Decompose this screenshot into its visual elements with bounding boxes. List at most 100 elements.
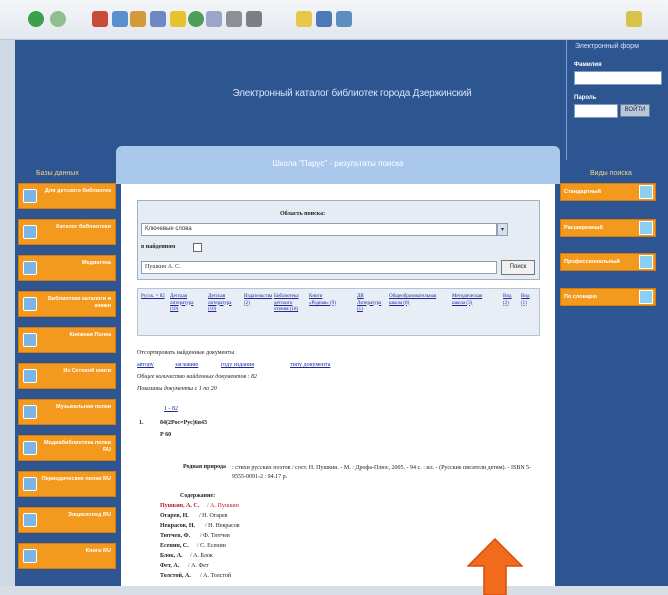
sort-by-title-link[interactable]: заглавию xyxy=(175,362,198,368)
browser-toolbar xyxy=(0,0,668,40)
record-number: 1. xyxy=(139,420,144,426)
print-icon[interactable] xyxy=(226,11,242,27)
search-query-input[interactable]: Пушкин А. С. xyxy=(141,261,497,274)
left-item-1[interactable]: Каталог библиотеки xyxy=(18,219,116,245)
filter-link[interactable]: Библиотека детского чтения (18) xyxy=(274,294,304,314)
filter-link[interactable]: Методическая школа (3) xyxy=(452,294,496,307)
magnifier-icon xyxy=(639,221,653,235)
contents-tail: / С. Есенин xyxy=(197,543,226,549)
contents-tail: / А. Фет xyxy=(188,563,209,569)
left-item-8[interactable]: Периодические полки RU xyxy=(18,471,116,497)
sort-by-year-link[interactable]: году издания xyxy=(221,362,254,368)
favorites-icon[interactable] xyxy=(170,11,186,27)
filter-link[interactable]: Детская литература (10) xyxy=(208,294,234,314)
sort-by-author-link[interactable]: автору xyxy=(137,362,154,368)
left-column-title: Базы данных xyxy=(36,170,79,177)
search-in-found-label: в найденном xyxy=(141,244,176,250)
book-icon xyxy=(23,189,37,203)
filter-link[interactable]: Книги «Родная» (9) xyxy=(309,294,339,307)
right-item-3[interactable]: По словарю xyxy=(560,288,656,306)
contents-author: Есенин, С. xyxy=(160,543,189,549)
site-title: Электронный каталог библиотек города Дзе… xyxy=(232,88,472,99)
stop-icon[interactable] xyxy=(92,11,108,27)
login-button[interactable]: ВОЙТИ xyxy=(620,104,650,117)
contents-author: Пушкин, А. С. xyxy=(160,503,200,509)
shown-range: Показаны документы с 1 по 20 xyxy=(137,386,217,392)
research-icon[interactable] xyxy=(316,11,332,27)
record-description: : стихи русских поэтов / сост. Н. Пушкин… xyxy=(232,465,532,480)
contents-author: Некрасов, Н. xyxy=(160,523,196,529)
login-password-input[interactable] xyxy=(574,104,618,118)
left-item-10[interactable]: Книги RU xyxy=(18,543,116,569)
right-item-2[interactable]: Профессиональный xyxy=(560,253,656,271)
left-item-3[interactable]: Библиотеки каталоги и книжн xyxy=(18,291,116,317)
messenger-icon[interactable] xyxy=(336,11,352,27)
left-item-4[interactable]: Книжная Полка xyxy=(18,327,116,353)
magnifier-icon xyxy=(639,185,653,199)
total-count: Общее количество найденных документов : … xyxy=(137,374,258,380)
search-icon[interactable] xyxy=(150,11,166,27)
filter-link[interactable]: Русск. = 82 xyxy=(141,294,165,301)
contents-author: Тютчев, Ф. xyxy=(160,533,191,539)
contents-tail: / А. Толстой xyxy=(200,573,232,579)
folder-icon[interactable] xyxy=(296,11,312,27)
record-title: Родная природа xyxy=(183,464,227,470)
book-icon xyxy=(23,513,37,527)
chevron-down-icon[interactable]: ▾ xyxy=(497,223,508,236)
book-icon xyxy=(23,369,37,383)
book-icon xyxy=(23,261,37,275)
filter-link[interactable]: Вид (1) xyxy=(521,294,535,307)
book-icon xyxy=(23,477,37,491)
contents-tail: / Ф. Тютчев xyxy=(200,533,230,539)
login-title: Электронный форм xyxy=(575,43,639,50)
edit-icon[interactable] xyxy=(246,11,262,27)
forward-icon[interactable] xyxy=(50,11,66,27)
status-bar xyxy=(0,586,668,595)
contents-label: Содержание: xyxy=(180,493,216,499)
login-password-label: Пароль xyxy=(574,95,597,101)
book-icon xyxy=(23,405,37,419)
filter-link[interactable]: Детская литература (10) xyxy=(170,294,196,314)
magnifier-icon xyxy=(639,255,653,269)
refresh-icon[interactable] xyxy=(112,11,128,27)
mail-icon[interactable] xyxy=(206,11,222,27)
pagination-link[interactable]: 1 - 82 xyxy=(164,406,178,412)
contents-tail: / А. Пушкин xyxy=(207,503,239,509)
filter-link[interactable]: Издательства (2) xyxy=(244,294,272,307)
search-area-select[interactable]: Ключевые слова xyxy=(141,223,497,236)
sort-by-type-link[interactable]: типу документа xyxy=(290,362,330,368)
left-item-2[interactable]: Медиатека xyxy=(18,255,116,281)
search-in-found-checkbox[interactable] xyxy=(193,243,202,252)
right-column-title: Виды поиска xyxy=(590,170,632,177)
back-icon[interactable] xyxy=(28,11,44,27)
right-item-0[interactable]: Стандартный xyxy=(560,183,656,201)
left-item-0[interactable]: Для детского библиотек xyxy=(18,183,116,209)
windows-flag-icon xyxy=(626,11,642,27)
contents-tail: / А. Блок xyxy=(190,553,213,559)
record-code: Р 60 xyxy=(160,432,172,438)
left-item-5[interactable]: Из Сетевой книги xyxy=(18,363,116,389)
contents-author: Блок, А. xyxy=(160,553,183,559)
left-item-7[interactable]: Медиабиблиотека полки RU xyxy=(18,435,116,461)
book-icon xyxy=(23,297,37,311)
results-panel-title: Школа "Парус" - результаты поиска xyxy=(272,159,404,168)
login-name-input[interactable] xyxy=(574,71,662,85)
magnifier-icon xyxy=(639,290,653,304)
filter-link[interactable]: Вид (2) xyxy=(503,294,517,307)
login-name-label: Фамилия xyxy=(574,62,602,68)
search-button[interactable]: Поиск xyxy=(501,260,535,275)
left-item-9[interactable]: Энциклопед RU xyxy=(18,507,116,533)
filter-link[interactable]: ДВ Литература (1) xyxy=(357,294,381,314)
book-icon xyxy=(23,441,37,455)
history-icon[interactable] xyxy=(188,11,204,27)
book-icon xyxy=(23,225,37,239)
home-icon[interactable] xyxy=(130,11,146,27)
left-item-6[interactable]: Музыкальная полки xyxy=(18,399,116,425)
book-icon xyxy=(23,333,37,347)
search-area-label: Область поиска: xyxy=(280,211,326,217)
filter-link[interactable]: Общеобразовательная школа (8) xyxy=(389,294,443,307)
right-item-1[interactable]: Расширенный xyxy=(560,219,656,237)
book-icon xyxy=(23,549,37,563)
contents-author: Огарев, Н. xyxy=(160,513,189,519)
sort-label: Отсортировать найденные документы xyxy=(137,350,235,356)
